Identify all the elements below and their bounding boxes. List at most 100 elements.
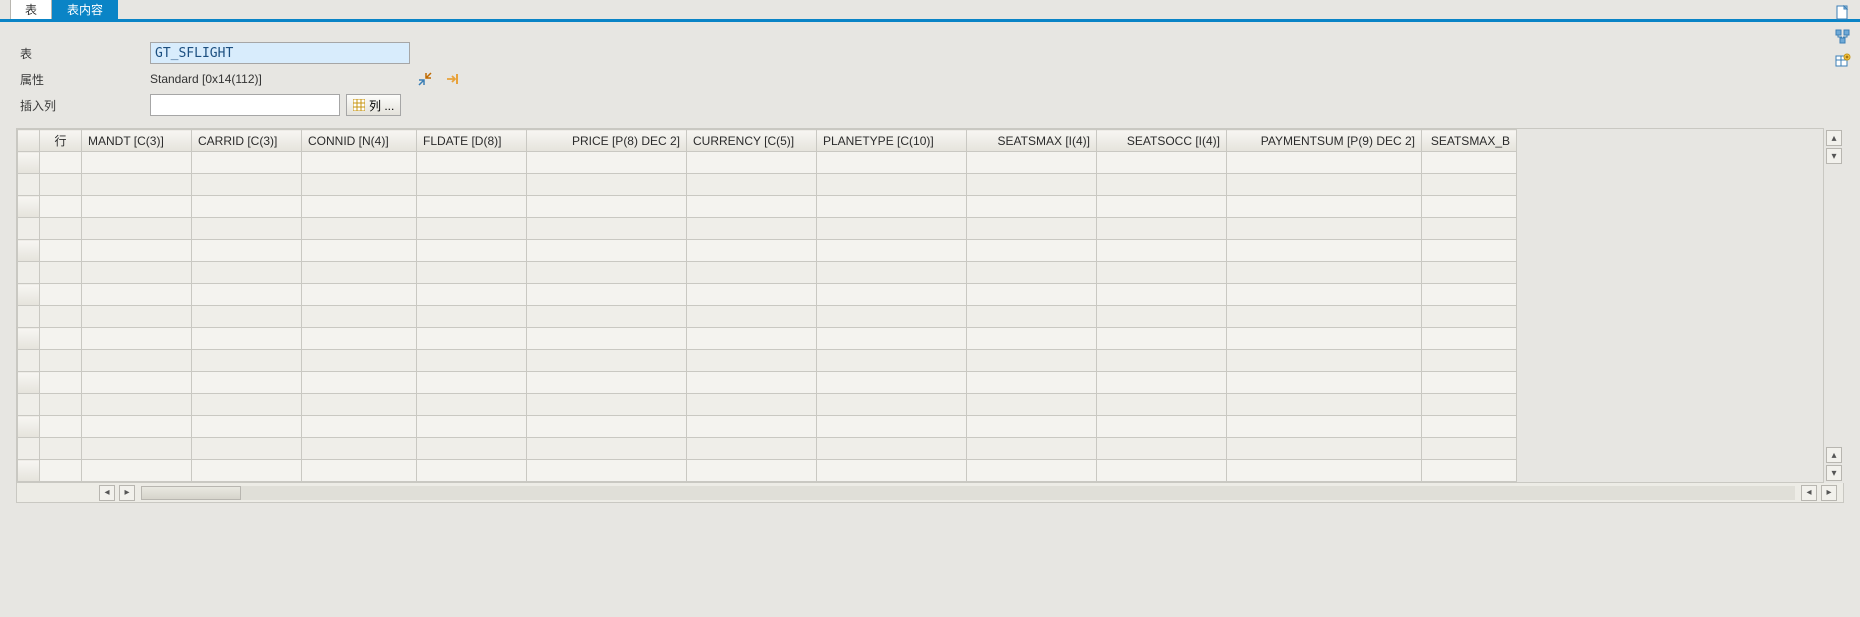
cell[interactable]	[527, 174, 687, 196]
cell[interactable]	[417, 262, 527, 284]
cell[interactable]	[1227, 306, 1422, 328]
cell[interactable]	[967, 152, 1097, 174]
row-header[interactable]	[18, 328, 40, 350]
cell[interactable]	[417, 284, 527, 306]
cell[interactable]	[302, 328, 417, 350]
cell[interactable]	[687, 174, 817, 196]
rownum-cell[interactable]	[40, 218, 82, 240]
cell[interactable]	[417, 460, 527, 482]
row-header[interactable]	[18, 218, 40, 240]
cell[interactable]	[1097, 284, 1227, 306]
cell[interactable]	[302, 460, 417, 482]
cell[interactable]	[1422, 372, 1517, 394]
cell[interactable]	[527, 438, 687, 460]
table-row[interactable]	[18, 152, 1517, 174]
cell[interactable]	[417, 306, 527, 328]
cell[interactable]	[527, 262, 687, 284]
cell[interactable]	[1422, 328, 1517, 350]
cell[interactable]	[192, 416, 302, 438]
table-row[interactable]	[18, 284, 1517, 306]
cell[interactable]	[1422, 416, 1517, 438]
row-header[interactable]	[18, 152, 40, 174]
scroll-up-top-icon[interactable]: ▴	[1826, 130, 1842, 146]
cell[interactable]	[687, 262, 817, 284]
cell[interactable]	[817, 196, 967, 218]
cell[interactable]	[687, 306, 817, 328]
columns-button[interactable]: 列 ...	[346, 94, 401, 116]
cell[interactable]	[1227, 152, 1422, 174]
table-row[interactable]	[18, 372, 1517, 394]
col-0[interactable]: MANDT [C(3)]	[82, 130, 192, 152]
cell[interactable]	[192, 284, 302, 306]
cell[interactable]	[527, 152, 687, 174]
cell[interactable]	[1097, 438, 1227, 460]
cell[interactable]	[967, 284, 1097, 306]
cell[interactable]	[687, 152, 817, 174]
cell[interactable]	[1422, 218, 1517, 240]
cell[interactable]	[302, 240, 417, 262]
cell[interactable]	[1097, 350, 1227, 372]
cell[interactable]	[1422, 152, 1517, 174]
cell[interactable]	[417, 174, 527, 196]
rownum-cell[interactable]	[40, 306, 82, 328]
cell[interactable]	[82, 262, 192, 284]
cell[interactable]	[302, 262, 417, 284]
scroll-down-bottom-icon[interactable]: ▾	[1826, 465, 1842, 481]
cell[interactable]	[967, 306, 1097, 328]
cell[interactable]	[192, 196, 302, 218]
cell[interactable]	[967, 394, 1097, 416]
cell[interactable]	[82, 350, 192, 372]
cell[interactable]	[527, 350, 687, 372]
cell[interactable]	[192, 306, 302, 328]
cell[interactable]	[192, 152, 302, 174]
cell[interactable]	[417, 240, 527, 262]
rownum-cell[interactable]	[40, 262, 82, 284]
cell[interactable]	[82, 438, 192, 460]
cell[interactable]	[417, 416, 527, 438]
data-table[interactable]: 行 MANDT [C(3)]CARRID [C(3)]CONNID [N(4)]…	[17, 129, 1517, 482]
row-header[interactable]	[18, 284, 40, 306]
cell[interactable]	[82, 394, 192, 416]
rownum-cell[interactable]	[40, 284, 82, 306]
cell[interactable]	[687, 240, 817, 262]
cell[interactable]	[817, 438, 967, 460]
col-8[interactable]: SEATSOCC [I(4)]	[1097, 130, 1227, 152]
tab-table-content[interactable]: 表内容	[52, 0, 118, 19]
cell[interactable]	[527, 196, 687, 218]
rownum-cell[interactable]	[40, 152, 82, 174]
cell[interactable]	[82, 196, 192, 218]
cell[interactable]	[1227, 460, 1422, 482]
cell[interactable]	[687, 218, 817, 240]
cell[interactable]	[527, 328, 687, 350]
cell[interactable]	[1227, 174, 1422, 196]
cell[interactable]	[1422, 284, 1517, 306]
cell[interactable]	[1422, 262, 1517, 284]
cell[interactable]	[302, 394, 417, 416]
cell[interactable]	[817, 262, 967, 284]
col-3[interactable]: FLDATE [D(8)]	[417, 130, 527, 152]
row-header[interactable]	[18, 438, 40, 460]
cell[interactable]	[527, 306, 687, 328]
scroll-up-bottom-icon[interactable]: ▴	[1826, 447, 1842, 463]
cell[interactable]	[1227, 196, 1422, 218]
new-doc-icon[interactable]	[1834, 4, 1852, 22]
cell[interactable]	[687, 438, 817, 460]
cell[interactable]	[817, 240, 967, 262]
cell[interactable]	[1422, 306, 1517, 328]
table-row[interactable]	[18, 438, 1517, 460]
table-row[interactable]	[18, 240, 1517, 262]
cell[interactable]	[302, 218, 417, 240]
cell[interactable]	[82, 306, 192, 328]
cell[interactable]	[1422, 196, 1517, 218]
table-row[interactable]	[18, 174, 1517, 196]
table-row[interactable]	[18, 196, 1517, 218]
cell[interactable]	[417, 372, 527, 394]
cell[interactable]	[1097, 394, 1227, 416]
cell[interactable]	[967, 416, 1097, 438]
cell[interactable]	[417, 350, 527, 372]
scroll-left-icon[interactable]: ◂	[99, 485, 115, 501]
scroll-right-icon[interactable]: ▸	[119, 485, 135, 501]
cell[interactable]	[417, 152, 527, 174]
cell[interactable]	[82, 372, 192, 394]
cell[interactable]	[967, 174, 1097, 196]
